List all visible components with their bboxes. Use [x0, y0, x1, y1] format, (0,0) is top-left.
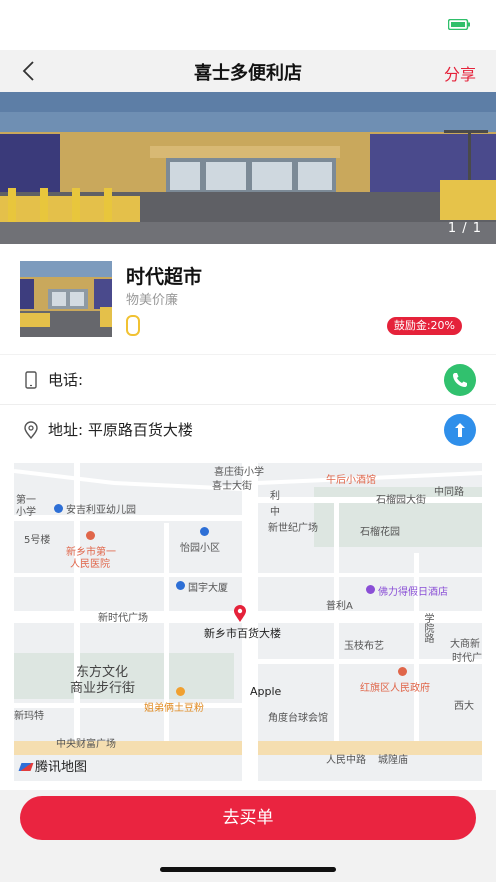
map-label: 喜士大街	[212, 481, 252, 492]
address-value: 平原路百货大楼	[87, 421, 193, 439]
hotel-poi-icon	[366, 585, 375, 594]
address-text: 地址: 平原路百货大楼	[48, 419, 193, 440]
reward-badge: 鼓励金:20%	[386, 317, 462, 335]
map-label: 新时代广场	[98, 613, 148, 624]
call-icon	[453, 373, 467, 387]
address-label: 地址:	[48, 421, 84, 439]
map-label: 新乡市百货大楼	[204, 627, 281, 640]
phone-icon	[25, 371, 37, 389]
share-button[interactable]: 分享	[444, 61, 476, 85]
tencent-map-logo-icon	[18, 763, 34, 771]
call-button[interactable]	[444, 364, 476, 396]
government-poi-icon	[398, 667, 407, 676]
store-banner[interactable]: 1 / 1	[0, 92, 496, 244]
map-label: 人民中路	[326, 755, 366, 766]
map-label: 角度台球会馆	[268, 713, 328, 724]
restaurant-poi-icon	[176, 687, 185, 696]
map-label: 佛力得假日酒店	[378, 587, 448, 598]
store-name: 时代超市	[126, 266, 203, 288]
map-label: 新玛特	[14, 711, 44, 722]
map-label: 西大	[454, 701, 474, 712]
store-card: 时代超市 物美价廉 鼓励金:20%	[0, 244, 496, 354]
map-label: 石榴园大街	[376, 495, 426, 506]
nav-bar: 喜士多便利店 分享	[0, 50, 496, 92]
map-label: 国宇大厦	[188, 583, 228, 594]
map-label: 学院路	[422, 613, 433, 643]
map-label: Apple	[250, 685, 282, 698]
residential-poi-icon	[200, 527, 209, 536]
map-label: 大商新	[450, 639, 480, 650]
map-label: 玉枝布艺	[344, 641, 384, 652]
map-label: 午后小酒馆	[326, 475, 376, 486]
map-label: 中央财富广场	[56, 739, 116, 750]
map-label: 商业步行街	[70, 681, 136, 696]
map-label: 中同路	[434, 487, 464, 498]
map-label: 安吉利亚幼儿园	[66, 505, 136, 516]
map-label: 城隍庙	[378, 755, 408, 766]
battery-icon	[448, 19, 470, 30]
map-label: 怡园小区	[180, 543, 220, 554]
map-label: 5号楼	[24, 535, 51, 546]
store-slogan: 物美价廉	[126, 293, 179, 308]
location-pin-icon	[24, 421, 38, 440]
map-label: 姐弟俩土豆粉	[144, 703, 204, 714]
map-label: 中	[270, 507, 280, 518]
navigate-arrow-icon	[455, 423, 465, 437]
map-marker-icon	[234, 605, 246, 622]
map-label: 普利A	[326, 601, 353, 612]
building-poi-icon	[176, 581, 185, 590]
hospital-poi-icon	[86, 531, 95, 540]
map-label: 利	[270, 491, 280, 502]
phone-label: 电话:	[48, 371, 84, 389]
map-label: 人民医院	[70, 559, 110, 570]
map-label: 石榴花园	[360, 527, 400, 538]
map-label: 红旗区人民政府	[360, 683, 430, 694]
page-title: 喜士多便利店	[194, 63, 302, 84]
map-label: 时代广	[452, 653, 482, 664]
phone-row: 电话:	[0, 355, 496, 404]
map-label: 新世纪广场	[268, 523, 318, 534]
map-label: 小学	[16, 507, 36, 518]
map-logo: 腾讯地图	[18, 756, 88, 775]
map-logo-text: 腾讯地图	[35, 760, 88, 775]
status-bar	[0, 0, 496, 50]
home-indicator	[160, 867, 336, 872]
map-view[interactable]: 喜庄街小学 喜士大街 午后小酒馆 中同路 石榴园大街 第一 小学 安吉利亚幼儿园…	[14, 463, 482, 781]
pay-bill-button[interactable]: 去买单	[20, 796, 476, 840]
store-thumbnail	[20, 261, 112, 337]
storefront-image	[0, 92, 496, 244]
banner-counter: 1 / 1	[447, 221, 482, 236]
bottom-bar: 去买单	[0, 790, 496, 882]
map-label: 喜庄街小学	[214, 467, 264, 478]
address-row: 地址: 平原路百货大楼	[0, 404, 496, 453]
coupon-icon	[126, 315, 140, 336]
navigate-button[interactable]	[444, 414, 476, 446]
map-section: 喜庄街小学 喜士大街 午后小酒馆 中同路 石榴园大街 第一 小学 安吉利亚幼儿园…	[0, 453, 496, 790]
school-poi-icon	[54, 504, 63, 513]
